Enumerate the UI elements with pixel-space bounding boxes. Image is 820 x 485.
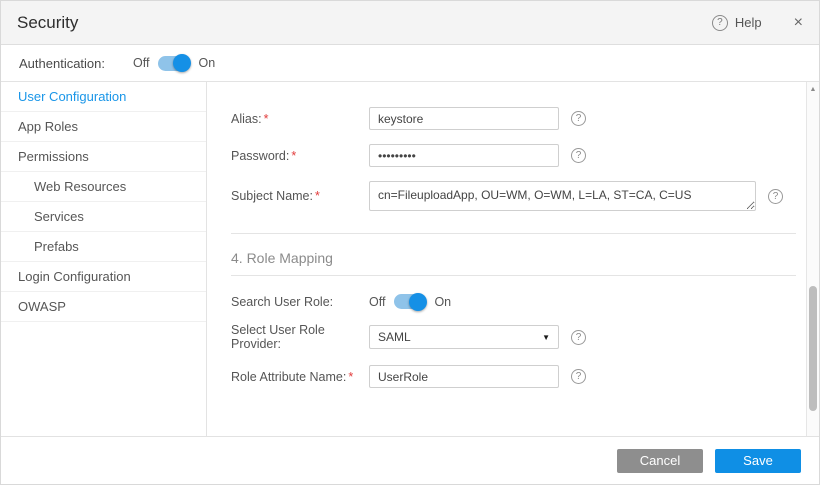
subject-name-row: Subject Name:* cn=FileuploadApp, OU=WM, …	[231, 181, 796, 211]
main-area: Alias:* ? Password:* ? Subject Name:* cn…	[207, 82, 819, 436]
section-separator	[231, 233, 796, 234]
search-user-role-on-label: On	[434, 295, 451, 309]
form-content: Alias:* ? Password:* ? Subject Name:* cn…	[207, 82, 806, 436]
role-provider-value: SAML	[378, 330, 411, 344]
help-icon[interactable]: ?	[571, 148, 586, 163]
authentication-bar: Authentication: Off On	[1, 45, 819, 82]
section-underline	[231, 275, 796, 276]
role-attribute-label: Role Attribute Name:*	[231, 370, 369, 384]
authentication-toggle[interactable]	[158, 56, 189, 71]
role-attribute-row: Role Attribute Name:* ?	[231, 365, 796, 388]
help-icon[interactable]: ?	[768, 189, 783, 204]
password-input[interactable]	[369, 144, 559, 167]
alias-label: Alias:*	[231, 112, 369, 126]
sidebar-item-web-resources[interactable]: Web Resources	[1, 172, 206, 202]
sidebar-item-permissions[interactable]: Permissions	[1, 142, 206, 172]
sidebar-item-services[interactable]: Services	[1, 202, 206, 232]
sidebar: User Configuration App Roles Permissions…	[1, 82, 207, 436]
save-button[interactable]: Save	[715, 449, 801, 473]
help-icon[interactable]: ?	[571, 369, 586, 384]
role-mapping-section-title: 4. Role Mapping	[231, 250, 796, 266]
subject-name-label: Subject Name:*	[231, 189, 369, 203]
password-label: Password:*	[231, 149, 369, 163]
authentication-label: Authentication:	[19, 56, 105, 71]
help-link[interactable]: Help	[735, 15, 762, 30]
cancel-button[interactable]: Cancel	[617, 449, 703, 473]
role-provider-row: Select User Role Provider: SAML ▼ ?	[231, 323, 796, 351]
help-icon[interactable]: ?	[571, 330, 586, 345]
scroll-up-icon[interactable]: ▲	[807, 82, 819, 96]
footer: Cancel Save	[1, 436, 819, 484]
search-user-role-off-label: Off	[369, 295, 385, 309]
header-actions: ? Help ×	[712, 15, 803, 31]
sidebar-item-login-configuration[interactable]: Login Configuration	[1, 262, 206, 292]
role-provider-label: Select User Role Provider:	[231, 323, 369, 351]
vertical-scrollbar[interactable]: ▲	[806, 82, 819, 436]
help-icon[interactable]: ?	[712, 15, 728, 31]
subject-name-input[interactable]: cn=FileuploadApp, OU=WM, O=WM, L=LA, ST=…	[369, 181, 756, 211]
role-attribute-input[interactable]	[369, 365, 559, 388]
page-title: Security	[17, 13, 78, 33]
sidebar-item-prefabs[interactable]: Prefabs	[1, 232, 206, 262]
required-mark: *	[264, 112, 269, 126]
sidebar-item-user-configuration[interactable]: User Configuration	[1, 82, 206, 112]
search-user-role-row: Search User Role: Off On	[231, 294, 796, 309]
required-mark: *	[348, 370, 353, 384]
alias-input[interactable]	[369, 107, 559, 130]
search-user-role-toggle[interactable]	[394, 294, 425, 309]
role-provider-select[interactable]: SAML ▼	[369, 325, 559, 349]
password-row: Password:* ?	[231, 144, 796, 167]
toggle-knob	[409, 293, 427, 311]
close-icon[interactable]: ×	[794, 15, 803, 31]
body: User Configuration App Roles Permissions…	[1, 82, 819, 436]
toggle-knob	[173, 54, 191, 72]
authentication-on-label: On	[198, 56, 215, 70]
alias-row: Alias:* ?	[231, 107, 796, 130]
header: Security ? Help ×	[1, 1, 819, 45]
required-mark: *	[315, 189, 320, 203]
help-icon[interactable]: ?	[571, 111, 586, 126]
search-user-role-label: Search User Role:	[231, 295, 369, 309]
caret-down-icon: ▼	[542, 333, 550, 342]
required-mark: *	[291, 149, 296, 163]
sidebar-item-app-roles[interactable]: App Roles	[1, 112, 206, 142]
security-panel: Security ? Help × Authentication: Off On…	[0, 0, 820, 485]
sidebar-item-owasp[interactable]: OWASP	[1, 292, 206, 322]
authentication-off-label: Off	[133, 56, 149, 70]
scrollbar-thumb[interactable]	[809, 286, 817, 411]
